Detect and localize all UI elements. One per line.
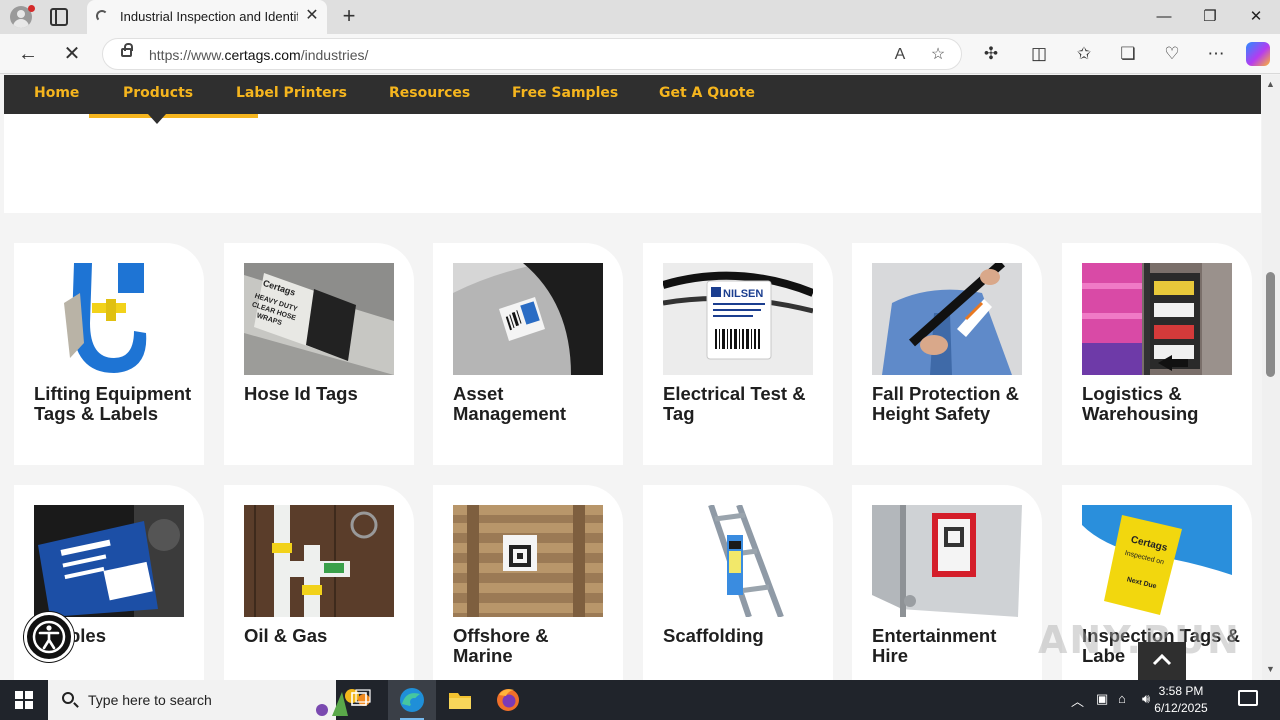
fall-protection-image	[872, 263, 1022, 375]
tray-chevron-icon[interactable]: ︿	[1071, 691, 1084, 710]
restore-button[interactable]: ❐	[1188, 4, 1232, 30]
electrical-tag-image: NILSEN	[663, 263, 813, 375]
header-spacer	[4, 114, 1261, 213]
asset-label-image	[453, 263, 603, 375]
active-nav-caret	[148, 114, 166, 124]
firefox-icon[interactable]	[488, 685, 528, 715]
industry-label: Electrical Test & Tag	[663, 383, 806, 424]
favorite-star-icon[interactable]: ☆	[927, 44, 949, 66]
nav-label-printers[interactable]: Label Printers	[236, 85, 347, 101]
favorites-icon[interactable]: ✩	[1072, 42, 1096, 66]
clock-date: 6/12/2025	[1154, 701, 1208, 715]
read-aloud-icon[interactable]: A	[889, 44, 911, 66]
nav-home[interactable]: Home	[34, 85, 79, 101]
loading-spinner-icon	[96, 10, 108, 22]
device-icon[interactable]: ▣	[1096, 691, 1108, 707]
chevron-up-icon	[1152, 653, 1172, 666]
page-scrollbar[interactable]: ▲ ▼	[1262, 75, 1280, 680]
lifting-hook-image	[34, 263, 184, 375]
scroll-thumb[interactable]	[1266, 272, 1275, 377]
tab-actions-icon[interactable]	[50, 8, 68, 26]
industry-label: Fall Protection & Height Safety	[872, 383, 1019, 424]
industry-card-scaffolding[interactable]: Scaffolding	[643, 485, 833, 680]
address-bar[interactable]: https://www.certags.com/industries/ A ☆	[102, 38, 962, 70]
industry-label: Scaffolding	[663, 625, 764, 646]
industry-label: Oil & Gas	[244, 625, 328, 646]
industry-card-entertainment[interactable]: Entertainment Hire	[852, 485, 1042, 680]
tab-title: Industrial Inspection and Identific	[120, 9, 298, 24]
industry-label: Offshore & Marine	[453, 625, 549, 666]
copilot-icon[interactable]	[1246, 42, 1270, 66]
url-text[interactable]: https://www.certags.com/industries/	[149, 47, 368, 63]
browser-essentials-icon[interactable]: ♡	[1160, 42, 1184, 66]
back-arrow-icon[interactable]: ←	[16, 42, 40, 66]
scroll-to-top-button[interactable]	[1138, 642, 1186, 680]
new-tab-button[interactable]: +	[338, 5, 360, 27]
split-screen-icon[interactable]: ◫	[1027, 42, 1051, 66]
close-tab-icon[interactable]: ✕	[302, 6, 322, 26]
stop-loading-icon[interactable]: ✕	[60, 42, 84, 66]
hose-tag-image: Certags HEAVY DUTY CLEAR HOSE WRAPS	[244, 263, 394, 375]
browser-tab-bar: Industrial Inspection and Identific ✕ + …	[0, 0, 1280, 34]
file-explorer-icon[interactable]	[440, 685, 480, 715]
industry-card-oil-gas[interactable]: Oil & Gas	[224, 485, 414, 680]
scroll-up-arrow-icon[interactable]: ▲	[1266, 79, 1275, 89]
renewables-image	[34, 505, 184, 617]
lock-icon[interactable]	[121, 43, 133, 57]
more-icon[interactable]: ⋯	[1204, 42, 1228, 66]
offshore-crate-image	[453, 505, 603, 617]
industry-card-fall-protection[interactable]: Fall Protection & Height Safety	[852, 243, 1042, 465]
minimize-button[interactable]: —	[1142, 4, 1186, 30]
taskbar-clock[interactable]: 3:58 PM 6/12/2025	[1140, 683, 1222, 717]
browser-tab-active[interactable]: Industrial Inspection and Identific ✕	[87, 0, 327, 34]
nav-free-samples[interactable]: Free Samples	[512, 85, 618, 101]
nav-get-a-quote[interactable]: Get A Quote	[659, 85, 755, 101]
notification-icon[interactable]	[1238, 690, 1258, 706]
scaffolding-image	[663, 505, 813, 617]
inspection-tag-image: Certags Inspected on Next Due	[1082, 505, 1232, 617]
site-navigation: Home Products Label Printers Resources F…	[4, 75, 1261, 114]
industry-label: Asset Management	[453, 383, 567, 424]
edge-icon	[400, 688, 424, 712]
search-placeholder: Type here to search	[88, 692, 212, 708]
active-nav-underline	[89, 114, 258, 118]
industry-card-offshore[interactable]: Offshore & Marine	[433, 485, 623, 680]
industry-card-electrical[interactable]: NILSEN Electrical Test & Tag	[643, 243, 833, 465]
accessibility-icon[interactable]	[24, 612, 74, 662]
page-viewport: Home Products Label Printers Resources F…	[0, 75, 1262, 680]
extensions-icon[interactable]: ✣	[979, 42, 1003, 66]
flight-case-image	[872, 505, 1022, 617]
task-view-icon[interactable]	[340, 685, 380, 715]
nilsen-text: NILSEN	[723, 288, 763, 300]
windows-taskbar: Type here to search ︿ ▣ ⌂ 🔊︎ 3:58 PM 6/1…	[0, 680, 1280, 720]
industry-label: Lifting Equipment Tags & Labels	[34, 383, 192, 424]
industry-label: Hose Id Tags	[244, 383, 358, 404]
clock-time: 3:58 PM	[1158, 684, 1204, 698]
industry-card-asset[interactable]: Asset Management	[433, 243, 623, 465]
windows-start-icon[interactable]	[15, 691, 33, 709]
taskbar-search-box[interactable]: Type here to search	[48, 680, 370, 720]
industry-card-logistics[interactable]: Logistics & Warehousing	[1062, 243, 1252, 465]
address-toolbar: ← ✕ https://www.certags.com/industries/ …	[0, 34, 1280, 74]
oil-gas-image	[244, 505, 394, 617]
collections-icon[interactable]: ❏	[1116, 42, 1140, 66]
warehouse-image	[1082, 263, 1232, 375]
edge-taskbar-button[interactable]	[388, 680, 436, 720]
industry-label: Logistics & Warehousing	[1082, 383, 1199, 424]
close-window-button[interactable]: ✕	[1234, 4, 1278, 30]
search-icon	[62, 692, 74, 704]
nav-resources[interactable]: Resources	[389, 85, 470, 101]
industry-card-hose[interactable]: Certags HEAVY DUTY CLEAR HOSE WRAPS Hose…	[224, 243, 414, 465]
scroll-down-arrow-icon[interactable]: ▼	[1266, 664, 1275, 674]
industry-label: Entertainment Hire	[872, 625, 997, 666]
network-icon[interactable]: ⌂	[1118, 691, 1126, 706]
profile-notification-dot	[28, 5, 35, 12]
industry-card-lifting[interactable]: Lifting Equipment Tags & Labels	[14, 243, 204, 465]
nav-products[interactable]: Products	[123, 85, 193, 101]
